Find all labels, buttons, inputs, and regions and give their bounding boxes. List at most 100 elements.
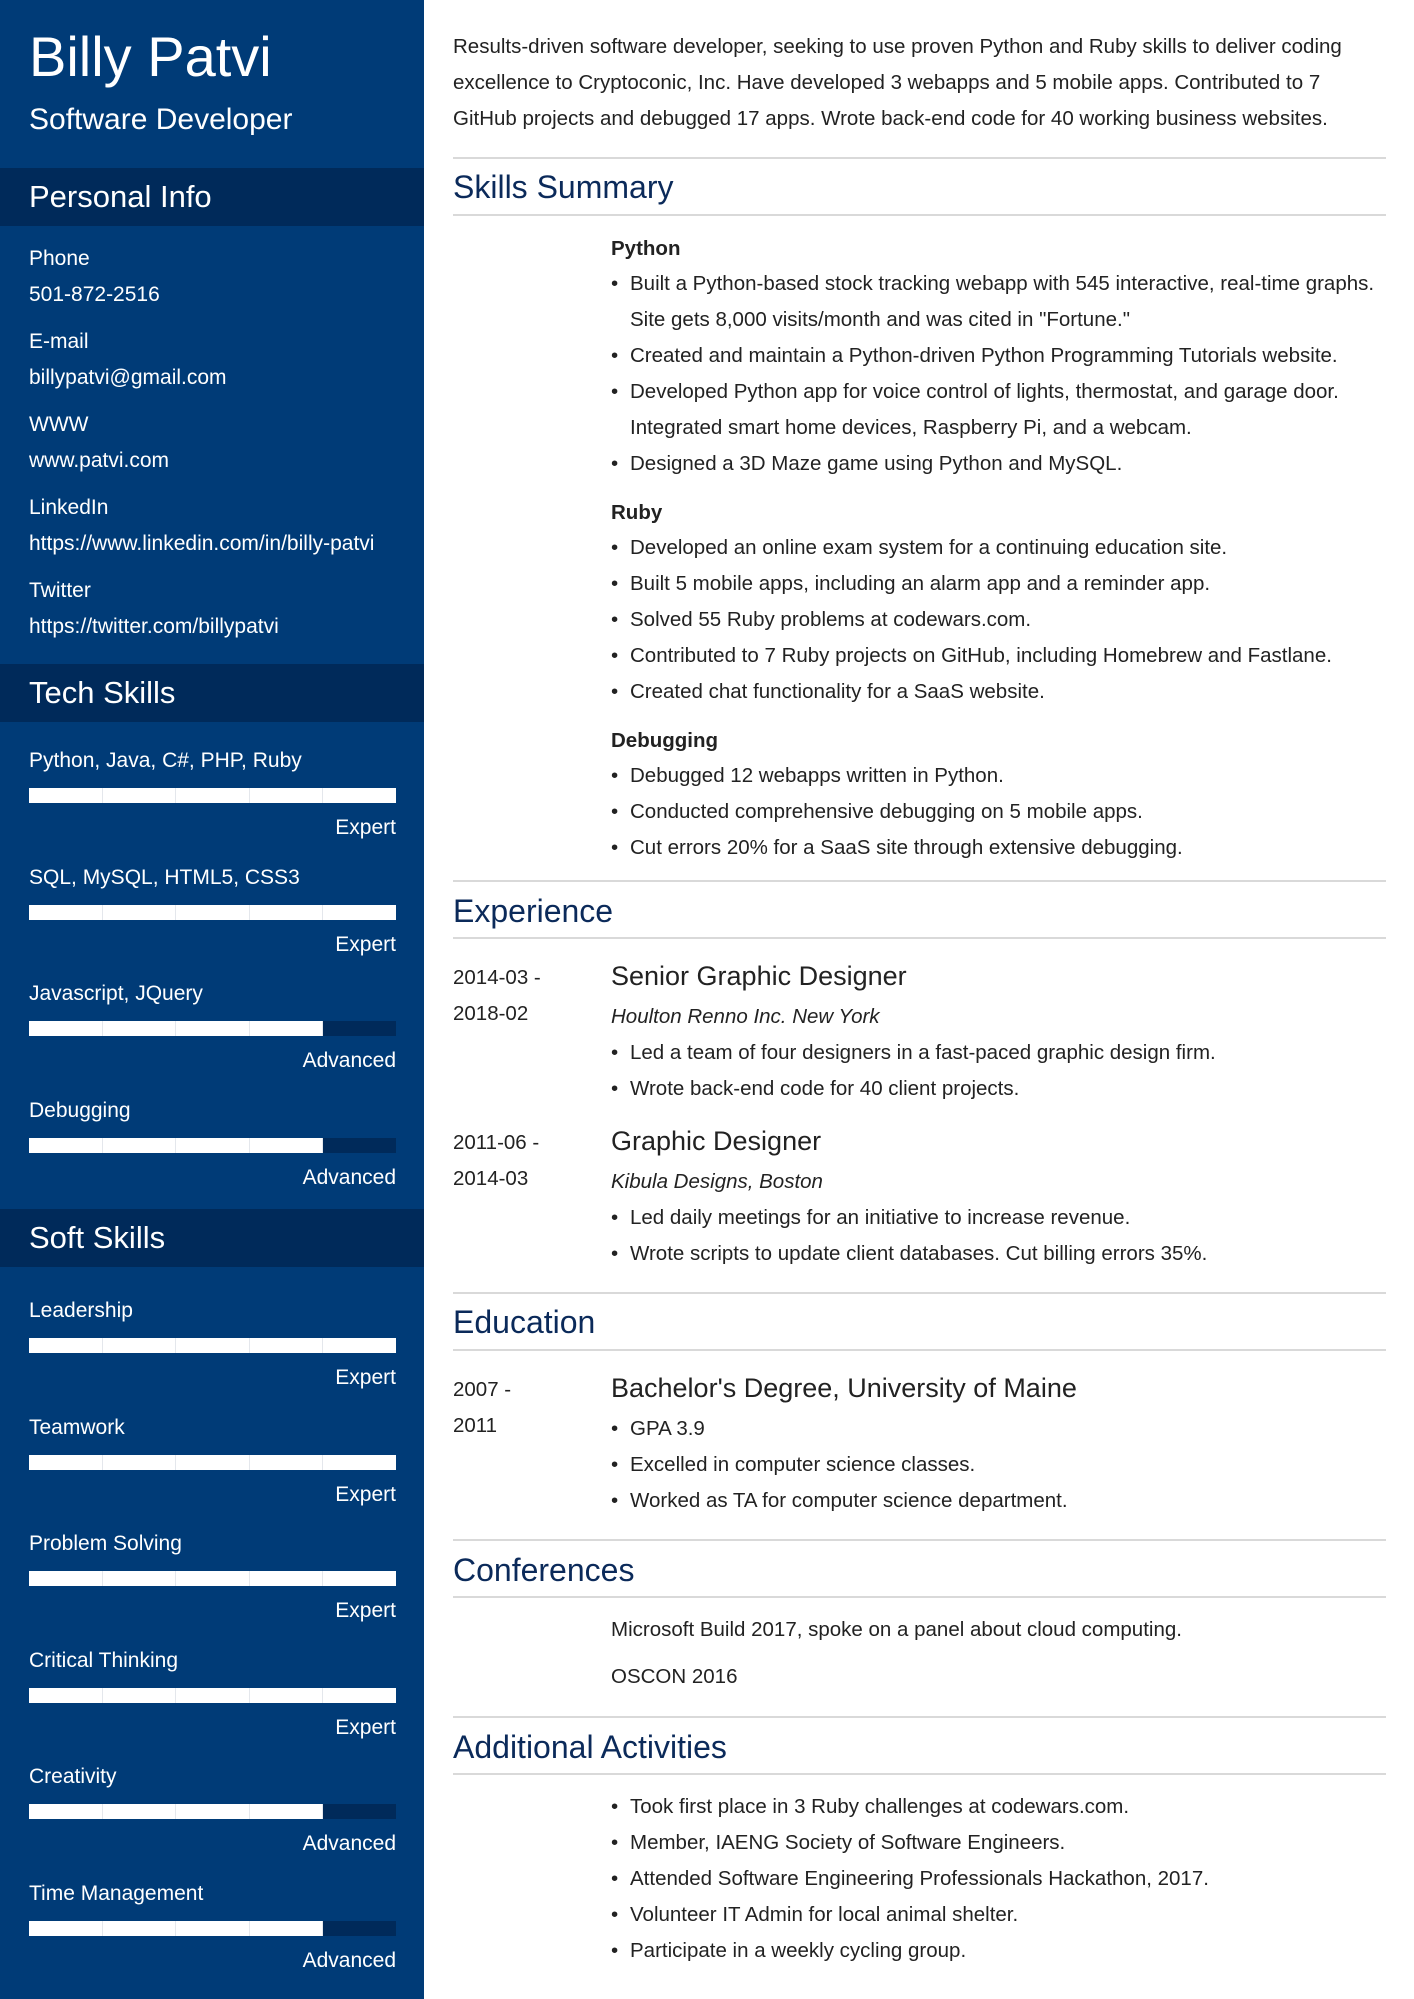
skill-rating-segment — [102, 1920, 177, 1936]
bullet-item: Attended Software Engineering Profession… — [611, 1861, 1381, 1897]
skill-rating-segment — [29, 904, 103, 920]
bullet-item: Wrote back-end code for 40 client projec… — [611, 1071, 1381, 1107]
skill-rating-segment — [102, 1804, 177, 1819]
skill-rating-segment — [176, 1021, 250, 1036]
bullet-item: Volunteer IT Admin for local animal shel… — [611, 1897, 1381, 1933]
skill-rating-bar — [29, 1571, 396, 1586]
skill-group-title: Python — [611, 237, 681, 260]
skill-rating-segment — [176, 1338, 250, 1353]
conference-item: OSCON 2016 — [611, 1665, 738, 1688]
personal-info-heading: Personal Info — [0, 168, 424, 226]
linkedin-label: LinkedIn — [29, 496, 109, 519]
bullet-item: Contributed to 7 Ruby projects on GitHub… — [611, 638, 1381, 674]
skill-level: Expert — [335, 1366, 396, 1389]
skill-name: Critical Thinking — [29, 1648, 178, 1672]
skill-level: Advanced — [302, 1049, 396, 1072]
skill-rating-bar — [29, 904, 396, 920]
bullet-item: Led a team of four designers in a fast-p… — [611, 1035, 1381, 1071]
skill-rating-segment — [29, 1338, 103, 1353]
skill-rating-segment — [323, 1687, 396, 1703]
skill-group-title: Ruby — [611, 501, 663, 524]
skill-rating-segment — [176, 1137, 250, 1153]
skill-level: Expert — [335, 1715, 396, 1739]
phone-value: 501-872-2516 — [29, 283, 160, 306]
skill-rating-segment — [249, 1454, 324, 1470]
skill-rating-segment — [249, 1021, 324, 1036]
skill-group-title: Debugging — [611, 729, 719, 752]
skill-rating-bar — [29, 788, 396, 803]
bullet-item: Conducted comprehensive debugging on 5 m… — [611, 794, 1381, 830]
skill-rating-segment — [323, 1138, 396, 1153]
job-date-start: 2011-06 - — [453, 1131, 540, 1154]
education-heading: Education — [453, 1304, 596, 1340]
skill-level: Expert — [335, 1599, 396, 1622]
skill-rating-segment — [176, 1687, 250, 1703]
job-date-start: 2014-03 - — [453, 966, 541, 989]
skill-rating-segment — [176, 904, 250, 920]
degree-title: Bachelor's Degree, University of Maine — [611, 1373, 1077, 1403]
bullet-item: Built a Python-based stock tracking weba… — [611, 266, 1381, 338]
skill-name: Creativity — [29, 1765, 117, 1788]
bullet-item: Built 5 mobile apps, including an alarm … — [611, 566, 1381, 602]
skill-rating-segment — [323, 1571, 396, 1586]
job-title: Senior Graphic Designer — [611, 961, 907, 991]
skill-rating-bar — [29, 1137, 396, 1153]
bullet-item: Worked as TA for computer science depart… — [611, 1483, 1381, 1519]
bullet-item: Solved 55 Ruby problems at codewars.com. — [611, 602, 1381, 638]
skill-rating-segment — [176, 788, 250, 803]
skill-rating-segment — [249, 1920, 324, 1936]
job-title: Graphic Designer — [611, 1126, 822, 1156]
skill-rating-bar — [29, 1804, 396, 1819]
section-divider — [453, 1716, 1386, 1718]
skill-rating-segment — [176, 1920, 250, 1936]
activities-list: Took first place in 3 Ruby challenges at… — [611, 1789, 1381, 1969]
skill-rating-segment — [323, 1921, 396, 1936]
skill-name: Time Management — [29, 1881, 204, 1905]
skill-rating-segment — [323, 1454, 396, 1470]
bullet-item: Created and maintain a Python-driven Pyt… — [611, 338, 1381, 374]
skill-rating-segment — [29, 1021, 103, 1036]
skill-level: Advanced — [302, 1165, 396, 1189]
bullet-item: Participate in a weekly cycling group. — [611, 1933, 1381, 1969]
professional-summary: Results-driven software developer, seeki… — [453, 35, 1342, 130]
skill-rating-segment — [176, 1804, 250, 1819]
skill-group-bullets: Developed an online exam system for a co… — [611, 530, 1381, 710]
www-link[interactable]: www.patvi.com — [29, 447, 169, 475]
linkedin-link[interactable]: https://www.linkedin.com/in/billy-patvi — [29, 530, 374, 558]
skill-rating-segment — [249, 1687, 324, 1703]
section-divider — [453, 1539, 1386, 1541]
bullet-item: Developed Python app for voice control o… — [611, 374, 1381, 446]
skill-level: Advanced — [302, 1832, 396, 1855]
soft-skills-heading: Soft Skills — [0, 1209, 424, 1267]
conference-item: Microsoft Build 2017, spoke on a panel a… — [611, 1618, 1182, 1641]
bullet-item: Debugged 12 webapps written in Python. — [611, 758, 1381, 794]
bullet-item: Wrote scripts to update client databases… — [611, 1236, 1381, 1272]
skill-rating-segment — [102, 1021, 177, 1036]
job-date-end: 2018-02 — [453, 1002, 529, 1025]
skill-name: Teamwork — [29, 1415, 125, 1439]
tech-skills-heading: Tech Skills — [0, 664, 424, 722]
job-company: Kibula Designs, Boston — [611, 1170, 823, 1193]
bullet-item: Designed a 3D Maze game using Python and… — [611, 446, 1381, 482]
skill-rating-segment — [102, 1571, 177, 1586]
skill-rating-segment — [323, 1338, 396, 1353]
skill-rating-segment — [29, 1454, 103, 1470]
skill-name: Javascript, JQuery — [29, 982, 203, 1005]
bullet-item: Created chat functionality for a SaaS we… — [611, 674, 1381, 710]
skill-rating-segment — [249, 1804, 324, 1819]
job-company: Houlton Renno Inc. New York — [611, 1005, 880, 1028]
email-link[interactable]: billypatvi@gmail.com — [29, 364, 227, 392]
skill-group-bullets: Debugged 12 webapps written in Python.Co… — [611, 758, 1381, 866]
skill-rating-segment — [323, 1804, 396, 1819]
skill-group-bullets: Built a Python-based stock tracking weba… — [611, 266, 1381, 482]
skill-rating-segment — [249, 904, 324, 920]
skill-level: Expert — [335, 1482, 396, 1506]
skill-rating-segment — [249, 1338, 324, 1353]
skill-rating-segment — [102, 904, 177, 920]
job-date-end: 2014-03 — [453, 1167, 529, 1190]
twitter-link[interactable]: https://twitter.com/billypatvi — [29, 613, 279, 641]
bullet-item: GPA 3.9 — [611, 1411, 1381, 1447]
bullet-item: Member, IAENG Society of Software Engine… — [611, 1825, 1381, 1861]
skill-rating-segment — [323, 1021, 396, 1036]
skill-name: SQL, MySQL, HTML5, CSS3 — [29, 865, 300, 889]
